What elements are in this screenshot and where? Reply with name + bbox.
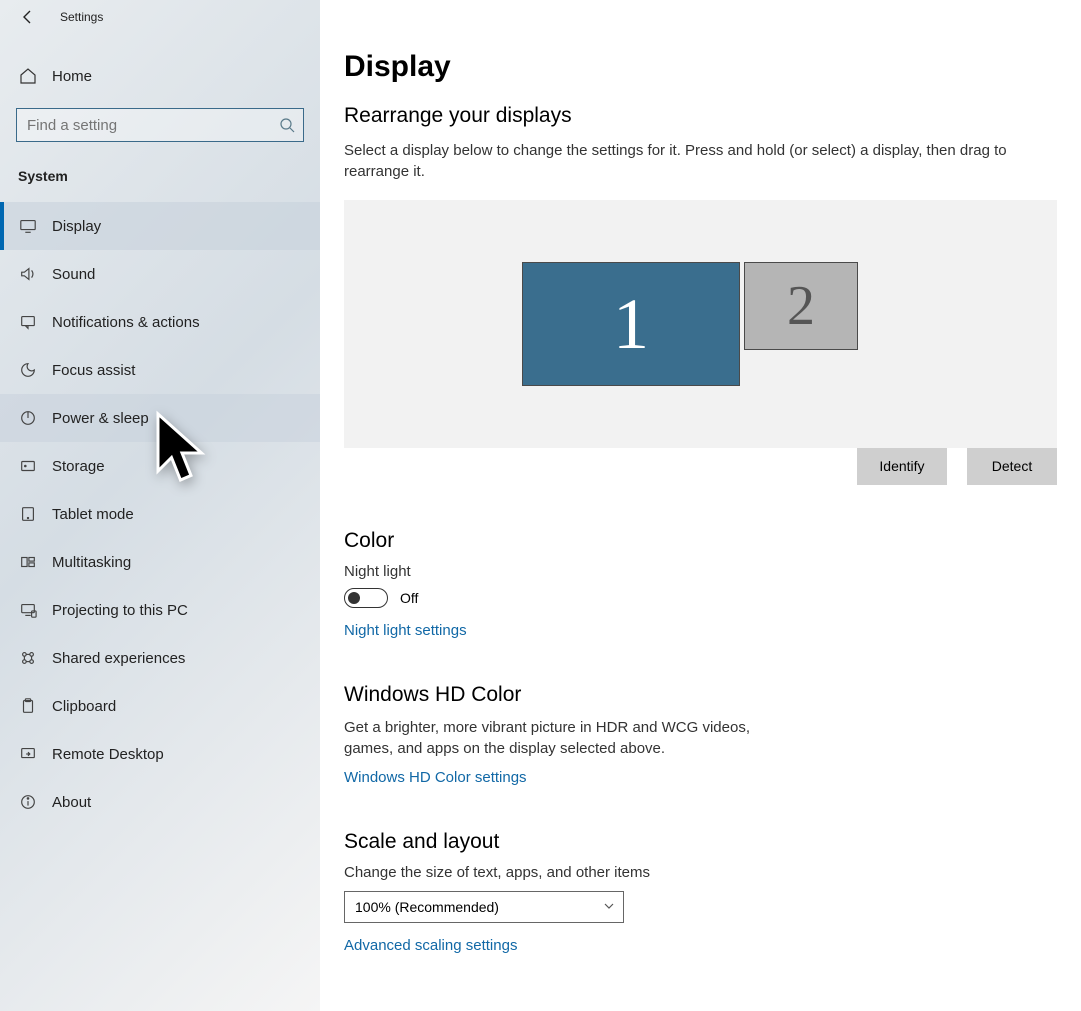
home-label: Home xyxy=(52,68,92,85)
night-light-state: Off xyxy=(400,590,418,606)
section-rearrange-heading: Rearrange your displays xyxy=(344,104,1057,128)
hdcolor-settings-link[interactable]: Windows HD Color settings xyxy=(344,769,527,786)
main-content: Display Rearrange your displays Select a… xyxy=(320,0,1081,1011)
night-light-settings-link[interactable]: Night light settings xyxy=(344,622,467,639)
sidebar-item-display[interactable]: Display xyxy=(0,202,320,250)
sidebar-item-label: Notifications & actions xyxy=(52,314,200,331)
power-sleep-icon xyxy=(18,408,38,428)
back-button[interactable] xyxy=(18,7,38,27)
tablet-mode-icon xyxy=(18,504,38,524)
sidebar-item-power-sleep[interactable]: Power & sleep xyxy=(0,394,320,442)
clipboard-icon xyxy=(18,696,38,716)
sidebar-item-shared-experiences[interactable]: Shared experiences xyxy=(0,634,320,682)
sidebar-item-remote-desktop[interactable]: Remote Desktop xyxy=(0,730,320,778)
focus-assist-icon xyxy=(18,360,38,380)
night-light-label: Night light xyxy=(344,563,1057,580)
section-hdcolor-heading: Windows HD Color xyxy=(344,683,1057,707)
search-box[interactable] xyxy=(16,108,304,142)
sidebar-item-label: Focus assist xyxy=(52,362,135,379)
sidebar-item-label: Tablet mode xyxy=(52,506,134,523)
search-input[interactable] xyxy=(17,109,303,141)
sidebar-item-multitasking[interactable]: Multitasking xyxy=(0,538,320,586)
scale-label: Change the size of text, apps, and other… xyxy=(344,864,1057,881)
nav-list: Display Sound Notifications & actions Focus… xyxy=(0,202,320,826)
sidebar-item-notifications[interactable]: Notifications & actions xyxy=(0,298,320,346)
monitor-2[interactable]: 2 xyxy=(744,262,858,350)
chevron-down-icon xyxy=(604,901,614,911)
page-title: Display xyxy=(344,50,1057,84)
identify-button[interactable]: Identify xyxy=(857,447,947,485)
remote-desktop-icon xyxy=(18,744,38,764)
section-color-heading: Color xyxy=(344,529,1057,553)
sidebar-item-label: Display xyxy=(52,218,101,235)
sidebar-item-storage[interactable]: Storage xyxy=(0,442,320,490)
section-scale-heading: Scale and layout xyxy=(344,830,1057,854)
projecting-icon xyxy=(18,600,38,620)
sidebar-item-label: Clipboard xyxy=(52,698,116,715)
sidebar-item-about[interactable]: About xyxy=(0,778,320,826)
night-light-toggle[interactable] xyxy=(344,588,388,608)
sidebar-item-label: Power & sleep xyxy=(52,410,149,427)
sidebar-item-label: Projecting to this PC xyxy=(52,602,188,619)
multitasking-icon xyxy=(18,552,38,572)
detect-button[interactable]: Detect xyxy=(967,447,1057,485)
sidebar-item-projecting[interactable]: Projecting to this PC xyxy=(0,586,320,634)
titlebar: Settings xyxy=(0,0,320,34)
sidebar-item-label: About xyxy=(52,794,91,811)
sidebar: Settings Home System Display Sound Notific… xyxy=(0,0,320,1011)
home-icon xyxy=(18,66,38,86)
monitor-1[interactable]: 1 xyxy=(522,262,740,386)
sidebar-item-label: Remote Desktop xyxy=(52,746,164,763)
display-icon xyxy=(18,216,38,236)
scale-dropdown[interactable]: 100% (Recommended) xyxy=(344,891,624,923)
notifications-icon xyxy=(18,312,38,332)
sidebar-item-label: Storage xyxy=(52,458,105,475)
home-nav[interactable]: Home xyxy=(0,52,320,100)
hdcolor-description: Get a brighter, more vibrant picture in … xyxy=(344,717,774,759)
rearrange-description: Select a display below to change the set… xyxy=(344,140,1057,182)
sidebar-item-sound[interactable]: Sound xyxy=(0,250,320,298)
sidebar-item-focus-assist[interactable]: Focus assist xyxy=(0,346,320,394)
sidebar-item-label: Shared experiences xyxy=(52,650,185,667)
display-arrangement-area[interactable]: 1 2 xyxy=(344,200,1057,448)
about-icon xyxy=(18,792,38,812)
search-icon xyxy=(279,117,295,133)
sound-icon xyxy=(18,264,38,284)
sidebar-item-label: Multitasking xyxy=(52,554,131,571)
advanced-scaling-link[interactable]: Advanced scaling settings xyxy=(344,937,517,954)
shared-experiences-icon xyxy=(18,648,38,668)
sidebar-item-label: Sound xyxy=(52,266,95,283)
storage-icon xyxy=(18,456,38,476)
app-title: Settings xyxy=(60,10,103,24)
sidebar-item-tablet-mode[interactable]: Tablet mode xyxy=(0,490,320,538)
category-label: System xyxy=(0,158,320,202)
sidebar-item-clipboard[interactable]: Clipboard xyxy=(0,682,320,730)
